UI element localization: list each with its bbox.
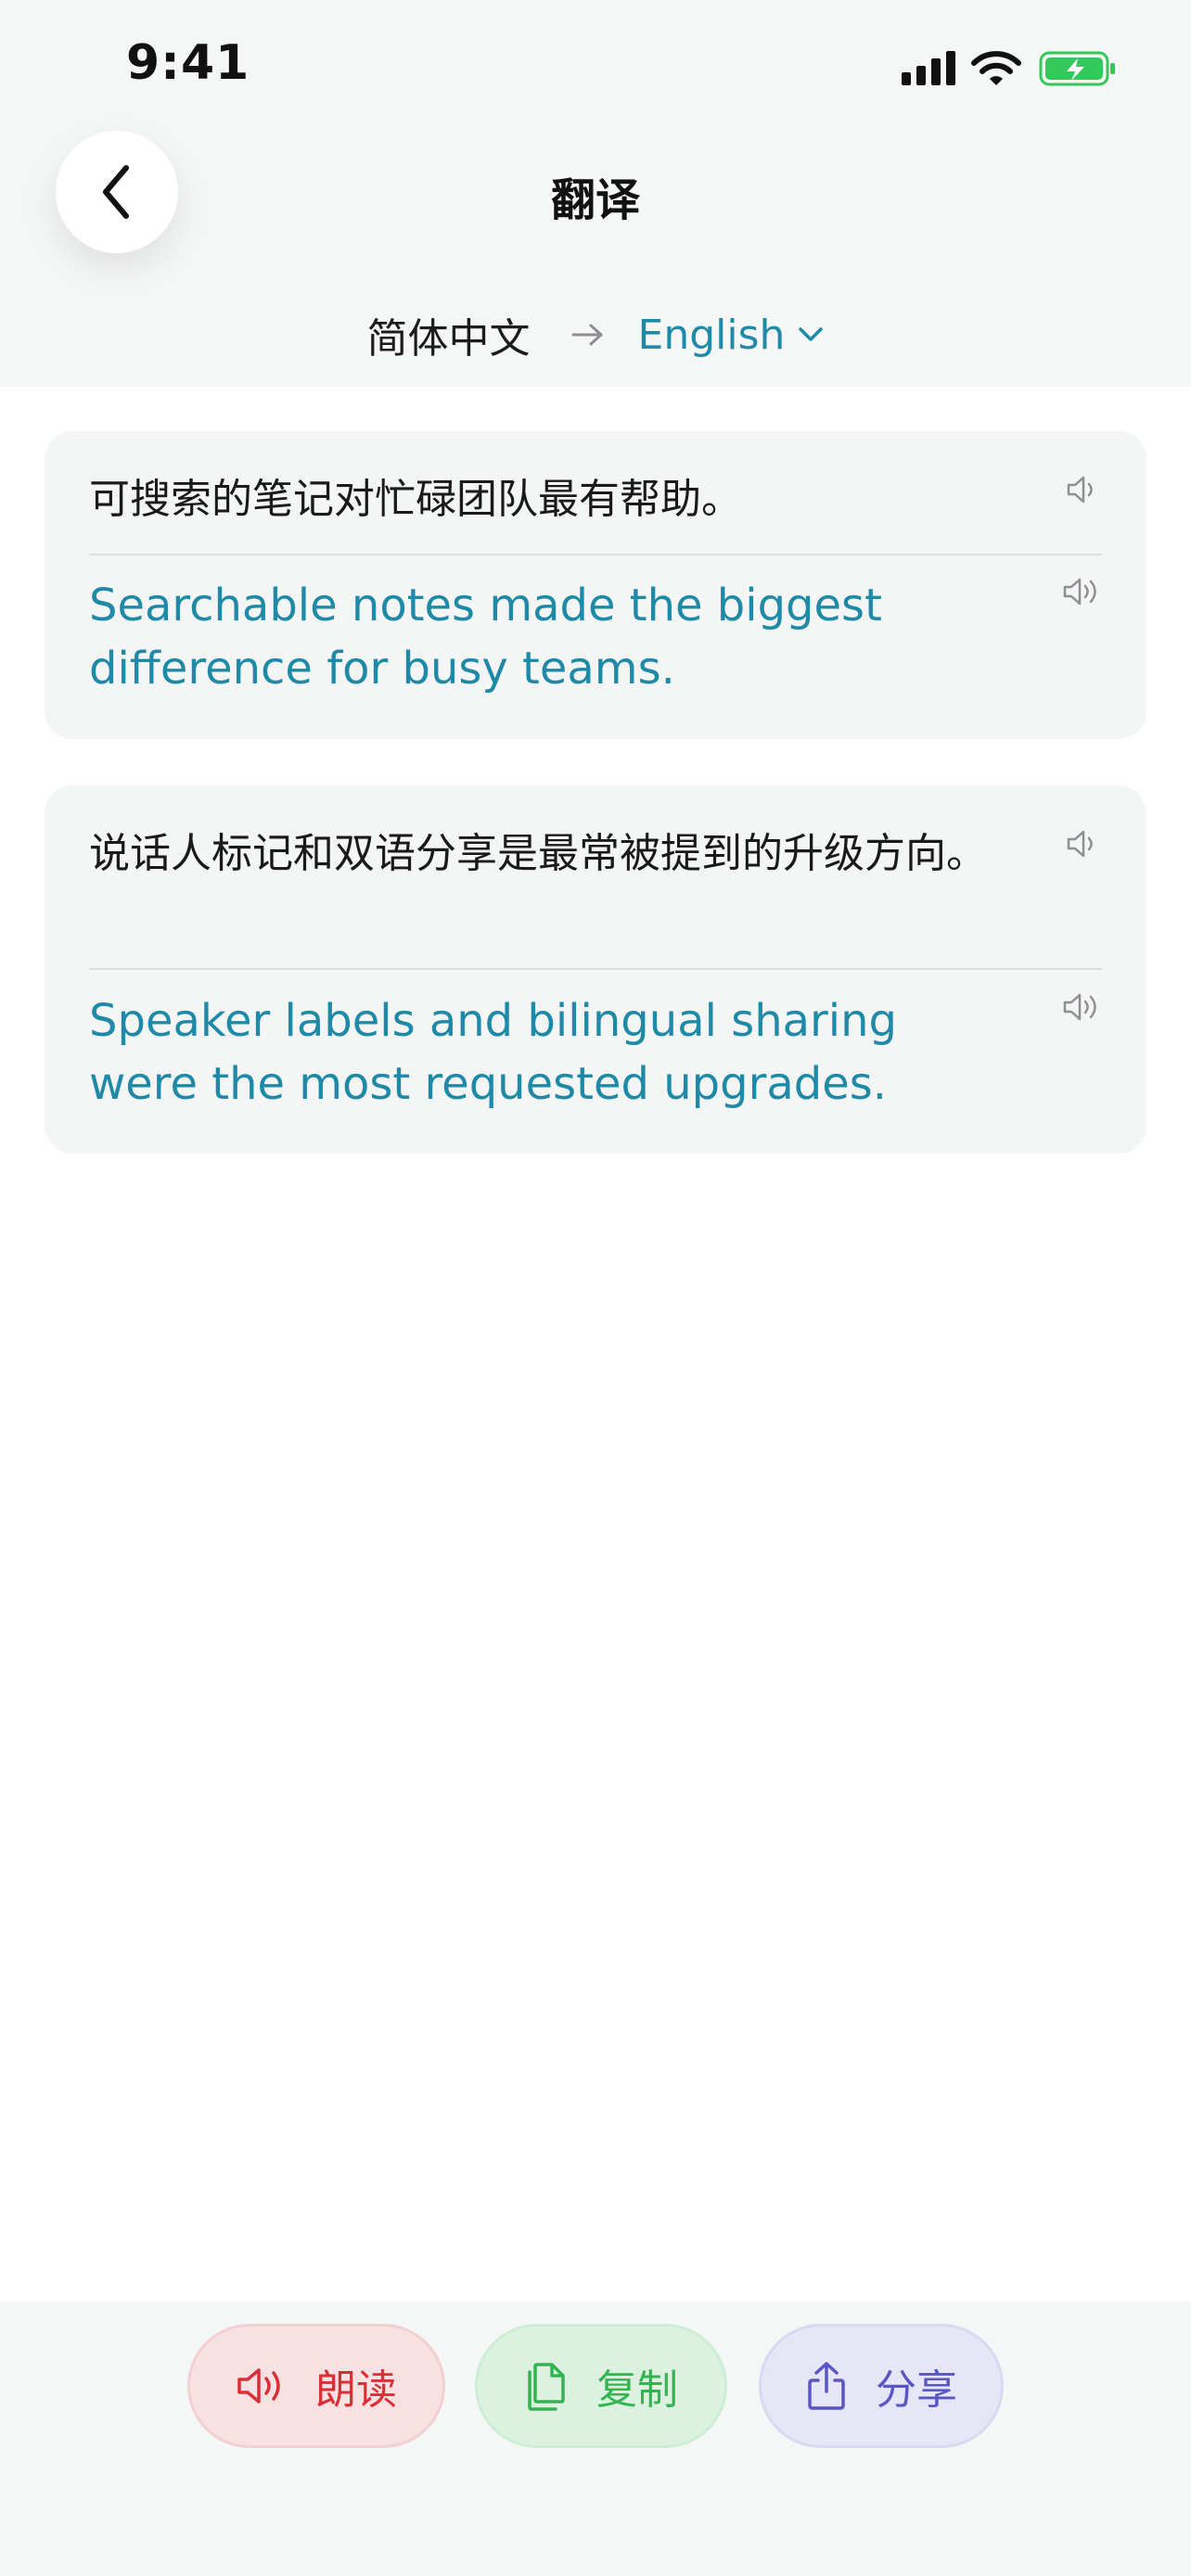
speaker-icon[interactable] xyxy=(1065,474,1102,509)
top-area: 9:41 翻译 简体中文 English xyxy=(0,0,1191,387)
bottom-action-bar: 朗读 复制 分享 xyxy=(0,2302,1191,2576)
copy-button[interactable]: 复制 xyxy=(475,2324,727,2448)
share-icon xyxy=(808,2362,845,2410)
translation-card: 说话人标记和双语分享是最常被提到的升级方向。 Speaker labels an… xyxy=(45,785,1146,1154)
divider xyxy=(89,968,1102,970)
divider xyxy=(89,554,1102,555)
speaker-icon[interactable] xyxy=(1061,576,1102,611)
source-language[interactable]: 简体中文 xyxy=(367,305,531,364)
language-bar: 简体中文 English xyxy=(0,302,1191,367)
translated-text: Speaker labels and bilingual sharing wer… xyxy=(89,995,898,1110)
status-icons xyxy=(900,46,1119,89)
read-aloud-label: 朗读 xyxy=(315,2366,397,2414)
speaker-icon xyxy=(237,2368,280,2404)
translated-text: Searchable notes made the biggest differ… xyxy=(89,580,882,695)
source-text: 说话人标记和双语分享是最常被提到的升级方向。 xyxy=(89,830,987,877)
speaker-icon[interactable] xyxy=(1065,828,1102,863)
cellular-signal-icon xyxy=(902,51,955,85)
translation-card: 可搜索的笔记对忙碌团队最有帮助。 Searchable notes made t… xyxy=(45,431,1146,739)
copy-icon xyxy=(528,2363,565,2411)
battery-icon xyxy=(1039,51,1115,86)
source-text: 可搜索的笔记对忙碌团队最有帮助。 xyxy=(89,476,742,523)
share-button[interactable]: 分享 xyxy=(759,2324,1004,2448)
copy-label: 复制 xyxy=(596,2366,678,2414)
page-title: 翻译 xyxy=(550,174,640,226)
arrow-right-icon xyxy=(571,323,605,347)
status-time: 9:41 xyxy=(126,35,250,91)
target-language-label: English xyxy=(637,311,786,359)
target-language-selector[interactable]: English xyxy=(638,312,825,359)
wifi-icon xyxy=(971,51,1021,85)
read-aloud-button[interactable]: 朗读 xyxy=(187,2324,445,2448)
chevron-down-icon xyxy=(798,326,824,343)
speaker-icon[interactable] xyxy=(1061,991,1102,1027)
share-label: 分享 xyxy=(876,2366,957,2414)
